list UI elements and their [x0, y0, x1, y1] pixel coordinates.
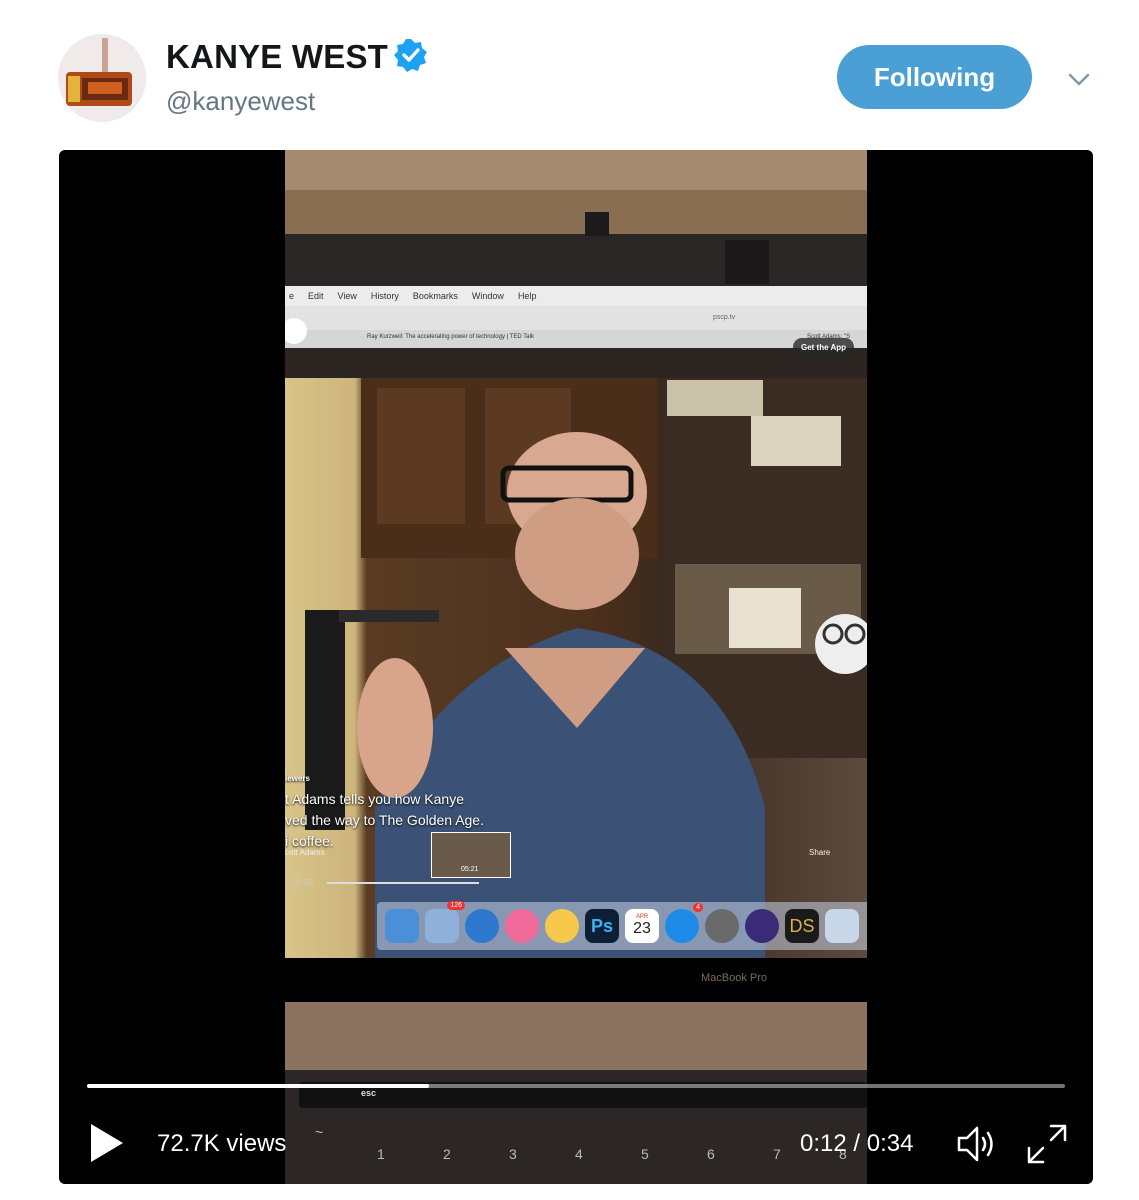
key: 6 — [707, 1146, 715, 1162]
video-player[interactable]: e Edit View History Bookmarks Window Hel… — [59, 150, 1093, 1184]
verified-badge-icon — [394, 39, 427, 72]
scene-illustration — [285, 348, 867, 958]
photoshop-icon: Ps — [585, 909, 619, 943]
itunes-icon — [505, 909, 539, 943]
menu-item: History — [370, 291, 399, 301]
key: 2 — [443, 1146, 451, 1162]
key: 5 — [641, 1146, 649, 1162]
following-button[interactable]: Following — [837, 45, 1032, 109]
browser-urlbar: pscp.tv — [285, 306, 867, 330]
esc-key: esc — [361, 1088, 377, 1098]
preview-icon — [825, 909, 859, 943]
siri-icon — [745, 909, 779, 943]
browser-menubar: e Edit View History Bookmarks Window Hel… — [285, 286, 867, 306]
menu-item: e — [289, 291, 295, 301]
broadcast-share-label: Share — [809, 848, 831, 857]
browser-tabbar: Ray Kurzweil: The accelerating power of … — [285, 330, 867, 348]
safari-icon — [465, 909, 499, 943]
finder-icon — [385, 909, 419, 943]
calendar-day: 23 — [633, 920, 651, 937]
video-progress-fill — [87, 1084, 430, 1088]
photos-icon — [545, 909, 579, 943]
broadcast-scrubber — [327, 882, 479, 884]
broadcaster-name: cott Adams — [285, 848, 325, 857]
system-preferences-icon — [705, 909, 739, 943]
mail-icon: 126 — [425, 901, 465, 943]
key: 3 — [509, 1146, 517, 1162]
menu-item: View — [337, 291, 357, 301]
author-handle[interactable]: @kanyewest — [166, 86, 315, 117]
calendar-icon: APR 23 — [625, 909, 659, 943]
video-time: 0:12 / 0:34 — [800, 1130, 914, 1157]
author-name[interactable]: KANYE WEST — [166, 38, 388, 76]
url-text: pscp.tv — [713, 314, 736, 321]
view-count: 72.7K views — [157, 1130, 287, 1157]
office-scene: Get the App — [285, 318, 867, 958]
video-progress-bar[interactable] — [87, 1084, 1065, 1088]
menu-item: Help — [517, 291, 537, 301]
key: 7 — [773, 1146, 781, 1162]
tab-left-title: Ray Kurzweil: The accelerating power of … — [367, 334, 534, 340]
appstore-badge: 4 — [693, 903, 703, 912]
photoshop-label: Ps — [590, 915, 614, 936]
chevron-down-icon[interactable] — [1066, 66, 1092, 92]
video-frame: e Edit View History Bookmarks Window Hel… — [285, 150, 867, 1184]
key-row: ~ 1 2 3 4 5 6 7 8 — [299, 1116, 867, 1176]
caption-line: ved the way to The Golden Age. — [285, 812, 484, 828]
mac-dock: 126 Ps APR 23 4 DS — [377, 901, 867, 950]
mail-badge: 126 — [447, 901, 465, 910]
ds-app-icon: DS — [785, 909, 819, 943]
laptop-base — [285, 1002, 867, 1070]
avatar-image — [58, 34, 146, 122]
play-icon[interactable] — [87, 1122, 127, 1164]
key: ~ — [315, 1124, 324, 1140]
volume-icon[interactable] — [955, 1122, 999, 1166]
appstore-icon: 4 — [665, 903, 703, 943]
caption-line: t Adams tells you how Kanye — [285, 791, 464, 807]
get-app-button: Get the App — [793, 338, 855, 357]
ds-label: DS — [789, 915, 815, 936]
menu-item: Bookmarks — [412, 291, 458, 301]
macbook-label: MacBook Pro — [701, 972, 768, 984]
broadcast-elapsed: 05:36 — [293, 878, 314, 887]
viewers-label: iewers — [285, 774, 310, 783]
menu-item: Edit — [308, 291, 324, 301]
fullscreen-icon[interactable] — [1025, 1122, 1069, 1166]
key: 1 — [377, 1146, 385, 1162]
ceiling-background — [285, 150, 867, 286]
avatar[interactable] — [58, 34, 146, 122]
menu-item: Window — [471, 291, 504, 301]
thumbnail-time: 05:21 — [461, 866, 479, 873]
key: 4 — [575, 1146, 583, 1162]
